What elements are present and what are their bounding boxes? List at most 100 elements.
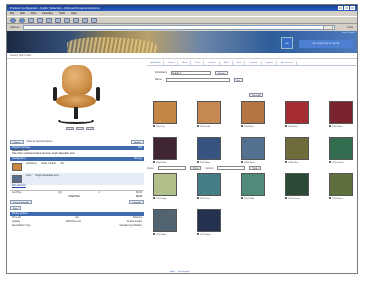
- swatch-item[interactable]: 2207 Blue: [197, 137, 231, 164]
- print-icon[interactable]: [91, 17, 97, 23]
- edit-selection-link[interactable]: Edit selection: [10, 185, 144, 188]
- print-button[interactable]: Print: [10, 206, 21, 211]
- links-label[interactable]: Links: [347, 26, 353, 29]
- breadcrumb[interactable]: Seating Task Chairs: [10, 54, 31, 57]
- swatch-item[interactable]: 2204 Red: [285, 101, 319, 128]
- spec-value[interactable]: Standard specification: [119, 225, 142, 227]
- swatch-checkbox[interactable]: [241, 197, 243, 199]
- fabric-swatch[interactable]: [197, 209, 221, 232]
- tab-back[interactable]: Back: [221, 61, 233, 65]
- tab-arms[interactable]: Arms: [179, 61, 192, 65]
- update-button[interactable]: Update: [130, 140, 144, 144]
- stop-icon[interactable]: [28, 17, 34, 23]
- swatch-item[interactable]: 2210 Green: [329, 137, 357, 164]
- swatch-checkbox[interactable]: [153, 161, 155, 163]
- home-icon[interactable]: [46, 17, 52, 23]
- swatch-item[interactable]: 2213 Jade: [241, 173, 275, 200]
- tab-finish[interactable]: Finish: [165, 61, 179, 65]
- swatch-item[interactable]: 2201 Tan: [153, 101, 187, 128]
- product-edit-link[interactable]: Edit: [138, 146, 142, 150]
- close-button[interactable]: [350, 6, 355, 10]
- include-freight-checkbox[interactable]: Include Freight: [127, 221, 142, 223]
- price-list-select[interactable]: List: [75, 217, 79, 219]
- site-logo[interactable]: HNI: [281, 37, 293, 49]
- swatch-checkbox[interactable]: [285, 161, 287, 163]
- fabric-swatch[interactable]: [153, 209, 177, 232]
- tab-upholstery[interactable]: Upholstery: [147, 61, 165, 65]
- menu-tools[interactable]: Tools: [59, 11, 65, 16]
- address-input[interactable]: [22, 25, 335, 30]
- view-back-button[interactable]: [86, 127, 94, 130]
- swatch-item[interactable]: 2214 Forest: [285, 173, 319, 200]
- swatch-checkbox[interactable]: [329, 161, 331, 163]
- history-icon[interactable]: [73, 17, 79, 23]
- fabric-swatch[interactable]: [153, 137, 177, 160]
- swatch-item[interactable]: 2215 Moss: [329, 173, 357, 200]
- swatch-item[interactable]: 2217 Navy: [197, 209, 231, 236]
- swatch-item[interactable]: 2216 Slate: [153, 209, 187, 236]
- fabric-swatch[interactable]: [241, 173, 265, 196]
- upholstery-select[interactable]: Grade 2: [170, 70, 211, 75]
- swatch-checkbox[interactable]: [153, 197, 155, 199]
- swatch-item[interactable]: 2202 Gold: [197, 101, 231, 128]
- name-input[interactable]: [165, 77, 230, 82]
- show-all-button[interactable]: Show All: [249, 93, 264, 97]
- swatch-checkbox[interactable]: [241, 125, 243, 127]
- footer-top-link[interactable]: Top of page: [178, 271, 189, 273]
- view-side-button[interactable]: [76, 127, 84, 130]
- edit-selection-text[interactable]: Edit selection: [12, 185, 26, 187]
- save-favorites-button[interactable]: Save to favorites: [10, 200, 33, 205]
- swatch-checkbox[interactable]: [197, 125, 199, 127]
- footer-back-link[interactable]: Back: [170, 271, 175, 273]
- view-front-button[interactable]: [66, 127, 74, 130]
- swatch-checkbox[interactable]: [285, 125, 287, 127]
- swatch-checkbox[interactable]: [197, 233, 199, 235]
- menu-view[interactable]: View: [31, 11, 37, 16]
- compare-button[interactable]: Compare: [129, 200, 144, 205]
- fabric-swatch[interactable]: [329, 137, 353, 160]
- search-button[interactable]: Search: [214, 70, 228, 75]
- swatch-item[interactable]: 2212 Teal: [197, 173, 231, 200]
- configuration-change-link[interactable]: Change: [134, 157, 142, 161]
- swatch-checkbox[interactable]: [285, 197, 287, 199]
- tab-seat[interactable]: Seat: [234, 61, 246, 65]
- tab-options[interactable]: Options: [263, 61, 278, 65]
- swatch-item[interactable]: 2208 Steel: [241, 137, 275, 164]
- swatch-checkbox[interactable]: [329, 197, 331, 199]
- swatch-checkbox[interactable]: [153, 233, 155, 235]
- fabric-swatch[interactable]: [197, 137, 221, 160]
- back-icon[interactable]: [10, 17, 16, 23]
- swatch-checkbox[interactable]: [153, 125, 155, 127]
- tab-accessories[interactable]: Accessories: [278, 61, 297, 65]
- menu-file[interactable]: File: [10, 11, 14, 16]
- fabric-swatch[interactable]: [329, 101, 353, 124]
- search-icon[interactable]: [55, 17, 61, 23]
- maximize-button[interactable]: [344, 6, 349, 10]
- swatch-item[interactable]: 2203 Rust: [241, 101, 275, 128]
- menu-edit[interactable]: Edit: [20, 11, 24, 16]
- fabric-swatch[interactable]: [197, 101, 221, 124]
- favorites-icon[interactable]: [64, 17, 70, 23]
- tab-base[interactable]: Base: [192, 61, 205, 65]
- refresh-icon[interactable]: [37, 17, 43, 23]
- options-button[interactable]: Options: [10, 140, 24, 144]
- fabric-swatch[interactable]: [241, 101, 265, 124]
- swatch-item[interactable]: 2205 Wine: [329, 101, 357, 128]
- catalog-field-value[interactable]: 2006 Price List: [66, 221, 81, 223]
- menu-help[interactable]: Help: [71, 11, 76, 16]
- swatch-checkbox[interactable]: [197, 197, 199, 199]
- menu-favorites[interactable]: Favorites: [42, 11, 53, 16]
- show-options-label[interactable]: Show all selected options: [27, 141, 53, 143]
- fabric-swatch[interactable]: [285, 101, 309, 124]
- fabric-swatch[interactable]: [197, 173, 221, 196]
- fabric-swatch[interactable]: [241, 137, 265, 160]
- swatch-checkbox[interactable]: [197, 161, 199, 163]
- name-go-button[interactable]: Go: [233, 77, 243, 82]
- top-links[interactable]: Help | Logout: [342, 32, 355, 34]
- fabric-swatch[interactable]: [153, 101, 177, 124]
- tab-casters[interactable]: Casters: [205, 61, 220, 65]
- fabric-swatch[interactable]: [285, 173, 309, 196]
- swatch-item[interactable]: 2209 Olive: [285, 137, 319, 164]
- fabric-swatch[interactable]: [153, 173, 177, 196]
- tab-controls[interactable]: Controls: [246, 61, 262, 65]
